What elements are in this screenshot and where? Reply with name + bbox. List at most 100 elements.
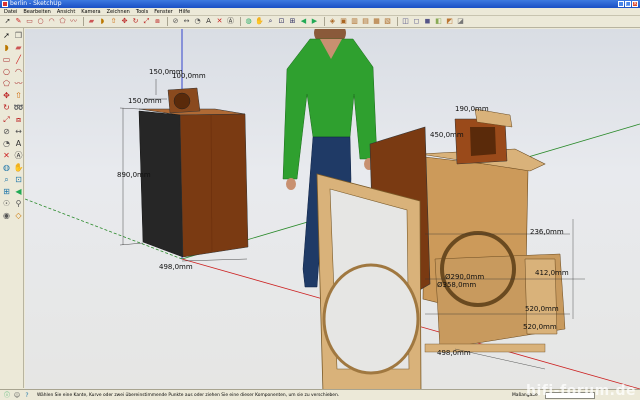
select-icon[interactable]: ➚ — [3, 17, 12, 26]
scale-icon[interactable]: ⤢ — [1, 114, 12, 125]
zoom-extents-icon[interactable]: ⊞ — [1, 186, 12, 197]
app-icon — [2, 1, 8, 7]
pan-icon[interactable]: ✋ — [13, 162, 24, 173]
status-hint: Wählen Sie eine Kante, Kurve oder zwei ü… — [37, 392, 340, 398]
dim-right-a: 236,0mm — [530, 228, 564, 236]
dim-width-top-b: 100,0mm — [172, 72, 206, 80]
shaded-texture-icon[interactable]: ◩ — [445, 17, 454, 26]
model-viewport[interactable]: 150,0mm 100,0mm 150,0mm 890,0mm 498,0mm — [25, 29, 640, 389]
pan-icon[interactable]: ✋ — [255, 17, 264, 26]
zoom-icon[interactable]: ⌕ — [1, 174, 12, 185]
zoom-icon[interactable]: ⌕ — [266, 17, 275, 26]
tape-measure-icon[interactable]: ⊘ — [171, 17, 180, 26]
pencil-icon[interactable]: ✎ — [14, 17, 23, 26]
circle-icon[interactable]: ○ — [1, 66, 12, 77]
dim-width-bottom: 498,0mm — [159, 263, 193, 271]
top-view-icon[interactable]: ▣ — [339, 17, 348, 26]
line-icon[interactable]: ╱ — [13, 54, 24, 65]
rectangle-icon[interactable]: ▭ — [25, 17, 34, 26]
rectangle-icon[interactable]: ▭ — [1, 54, 12, 65]
paint-bucket-icon[interactable]: ◗ — [1, 42, 12, 53]
menu-bar: Datei Bearbeiten Ansicht Kamera Zeichnen… — [0, 8, 640, 16]
freehand-icon[interactable]: 〰 — [13, 78, 24, 89]
tape-measure-icon[interactable]: ⊘ — [1, 126, 12, 137]
circle-icon[interactable]: ○ — [36, 17, 45, 26]
text-icon[interactable]: A — [204, 17, 213, 26]
dim-right-b: 412,0mm — [535, 269, 569, 277]
protractor-icon[interactable]: ◔ — [1, 138, 12, 149]
follow-me-icon[interactable]: ➿ — [13, 102, 24, 113]
3d-text-icon[interactable]: Ⓐ — [226, 17, 235, 26]
dimension-icon[interactable]: ↔ — [13, 126, 24, 137]
shaded-icon[interactable]: ◧ — [434, 17, 443, 26]
menu-view[interactable]: Ansicht — [57, 8, 75, 15]
wireframe-icon[interactable]: ◻ — [412, 17, 421, 26]
orbit-icon[interactable]: ◍ — [244, 17, 253, 26]
look-around-icon[interactable]: ◉ — [1, 210, 12, 221]
rotate-icon[interactable]: ↻ — [1, 102, 12, 113]
menu-window[interactable]: Fenster — [154, 8, 173, 15]
previous-view-icon[interactable]: ◀ — [13, 186, 24, 197]
offset-icon[interactable]: ⧈ — [13, 114, 24, 125]
dim-bottom-a: 520,0mm — [525, 305, 559, 313]
scale-icon[interactable]: ⤢ — [142, 17, 151, 26]
dimension-icon[interactable]: ↔ — [182, 17, 191, 26]
window-title: berlin - SketchUp — [10, 0, 62, 7]
zoom-window-icon[interactable]: ⊡ — [277, 17, 286, 26]
menu-help[interactable]: Hilfe — [179, 8, 190, 15]
zoom-window-icon[interactable]: ⊡ — [13, 174, 24, 185]
polygon-icon[interactable]: ⬠ — [58, 17, 67, 26]
right-view-icon[interactable]: ▤ — [361, 17, 370, 26]
push-pull-icon[interactable]: ⇧ — [13, 90, 24, 101]
menu-edit[interactable]: Bearbeiten — [23, 8, 50, 15]
iso-view-icon[interactable]: ◈ — [328, 17, 337, 26]
axes-icon[interactable]: ✕ — [1, 150, 12, 161]
menu-file[interactable]: Datei — [4, 8, 17, 15]
menu-camera[interactable]: Kamera — [81, 8, 100, 15]
info-icon[interactable]: ⓘ — [3, 391, 11, 399]
offset-icon[interactable]: ⧈ — [153, 17, 162, 26]
dim-center-b: Ø358,0mm — [437, 281, 476, 289]
arc-icon[interactable]: ◠ — [47, 17, 56, 26]
right-speaker-frame[interactable] — [316, 108, 585, 389]
axes-icon[interactable]: ✕ — [215, 17, 224, 26]
make-component-icon[interactable]: ❒ — [13, 30, 24, 41]
polygon-icon[interactable]: ⬠ — [1, 78, 12, 89]
dim-top-depth: 450,0mm — [430, 131, 464, 139]
hidden-line-icon[interactable]: ◼ — [423, 17, 432, 26]
protractor-icon[interactable]: ◔ — [193, 17, 202, 26]
move-icon[interactable]: ✥ — [120, 17, 129, 26]
zoom-extents-icon[interactable]: ⊞ — [288, 17, 297, 26]
arc-icon[interactable]: ◠ — [13, 66, 24, 77]
front-view-icon[interactable]: ▥ — [350, 17, 359, 26]
previous-view-icon[interactable]: ◀ — [299, 17, 308, 26]
dim-top-width: 190,0mm — [455, 105, 489, 113]
menu-tools[interactable]: Tools — [136, 8, 148, 15]
maximize-button[interactable]: □ — [625, 1, 631, 7]
push-pull-icon[interactable]: ⇧ — [109, 17, 118, 26]
move-icon[interactable]: ✥ — [1, 90, 12, 101]
freehand-icon[interactable]: 〰 — [69, 17, 78, 26]
xray-icon[interactable]: ◫ — [401, 17, 410, 26]
text-icon[interactable]: A — [13, 138, 24, 149]
eraser-icon[interactable]: ▰ — [13, 42, 24, 53]
left-view-icon[interactable]: ▧ — [383, 17, 392, 26]
next-view-icon[interactable]: ▶ — [310, 17, 319, 26]
monochrome-icon[interactable]: ◪ — [456, 17, 465, 26]
section-plane-icon[interactable]: ◇ — [13, 210, 24, 221]
user-icon[interactable]: ☺ — [13, 391, 21, 399]
back-view-icon[interactable]: ▦ — [372, 17, 381, 26]
left-speaker-box[interactable] — [119, 79, 249, 262]
select-icon[interactable]: ➚ — [1, 30, 12, 41]
3d-text-icon[interactable]: Ⓐ — [13, 150, 24, 161]
position-camera-icon[interactable]: ☉ — [1, 198, 12, 209]
paint-bucket-icon[interactable]: ◗ — [98, 17, 107, 26]
minimize-button[interactable]: _ — [618, 1, 624, 7]
orbit-icon[interactable]: ◍ — [1, 162, 12, 173]
rotate-icon[interactable]: ↻ — [131, 17, 140, 26]
eraser-icon[interactable]: ▰ — [87, 17, 96, 26]
walk-icon[interactable]: ⚲ — [13, 198, 24, 209]
help-icon[interactable]: ? — [23, 391, 31, 399]
close-button[interactable]: × — [632, 1, 638, 7]
menu-draw[interactable]: Zeichnen — [107, 8, 130, 15]
